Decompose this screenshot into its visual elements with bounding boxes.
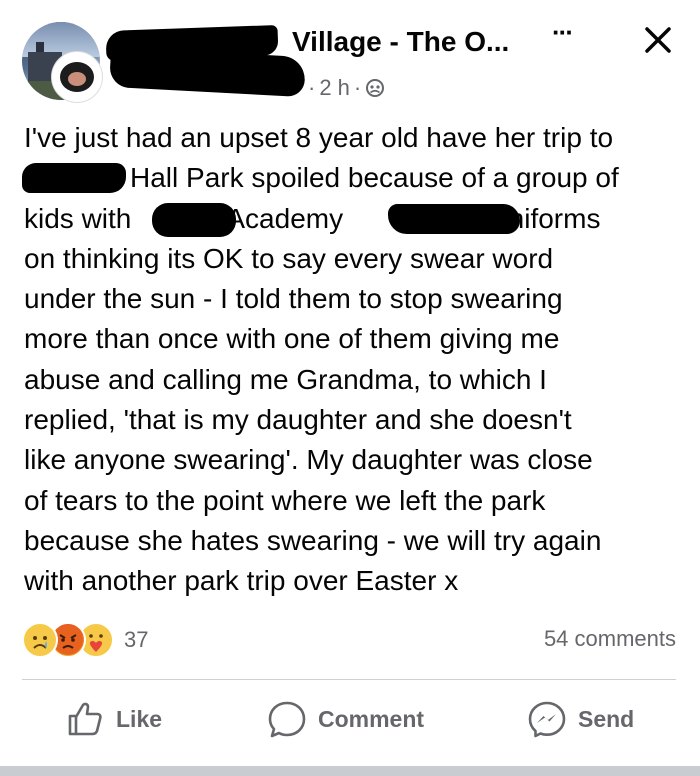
send-button[interactable]: Send: [526, 698, 634, 740]
post-line-text: kids with: [24, 202, 132, 234]
author-avatar[interactable]: [52, 52, 102, 102]
post-line: because she hates swearing - we will try…: [24, 524, 602, 556]
comment-bubble-icon: [268, 701, 306, 738]
meta-separator: ·: [308, 75, 316, 100]
messenger-icon: [528, 701, 566, 738]
divider: [22, 679, 676, 680]
audience-group-icon: [366, 79, 385, 97]
post-timestamp[interactable]: 2 h: [319, 75, 350, 101]
redaction-park-name: [22, 163, 126, 193]
more-options-icon[interactable]: ···: [552, 19, 574, 45]
post-meta: · 2 h ·: [308, 75, 385, 101]
reactions-summary[interactable]: 37: [22, 622, 148, 658]
like-button[interactable]: Like: [64, 698, 162, 740]
post-line-text: Hall Park spoiled because of a group of: [130, 162, 619, 194]
post-line: more than once with one of them giving m…: [24, 323, 560, 355]
post-actions-bar: Like Comment Send: [0, 698, 700, 748]
author-face: [60, 62, 94, 92]
post-line: on thinking its OK to say every swear wo…: [24, 242, 554, 274]
post-line: like anyone swearing'. My daughter was c…: [24, 444, 593, 476]
redaction-school-detail: [388, 204, 520, 234]
post-body: I've just had an upset 8 year old have h…: [24, 118, 684, 602]
thumbs-up-icon: [68, 702, 102, 736]
close-icon[interactable]: [640, 22, 676, 58]
like-label: Like: [116, 705, 163, 732]
post-line: under the sun - I told them to stop swea…: [24, 283, 563, 315]
post-line: abuse and calling me Grandma, to which I: [24, 363, 547, 395]
redaction-author-name-2: [109, 46, 306, 98]
post-line-text: Academy: [226, 202, 344, 234]
post-line: kids with Academy uniforms: [24, 199, 684, 239]
post-line: I've just had an upset 8 year old have h…: [24, 122, 614, 153]
comment-button[interactable]: Comment: [266, 698, 424, 740]
bottom-bar: [0, 766, 700, 776]
meta-separator-2: ·: [353, 75, 362, 100]
send-label: Send: [578, 705, 635, 732]
post-line: of tears to the point where we left the …: [24, 484, 546, 516]
post-line: with another park trip over Easter x: [24, 565, 459, 597]
sad-reaction-icon: [22, 622, 58, 658]
comment-label: Comment: [318, 705, 425, 732]
reaction-count: 37: [124, 627, 149, 652]
redaction-school-name: [152, 203, 236, 237]
group-name-link[interactable]: Village - The O...: [292, 26, 509, 58]
comments-count-link[interactable]: 54 comments: [544, 626, 676, 652]
post-line: replied, 'that is my daughter and she do…: [24, 404, 572, 436]
